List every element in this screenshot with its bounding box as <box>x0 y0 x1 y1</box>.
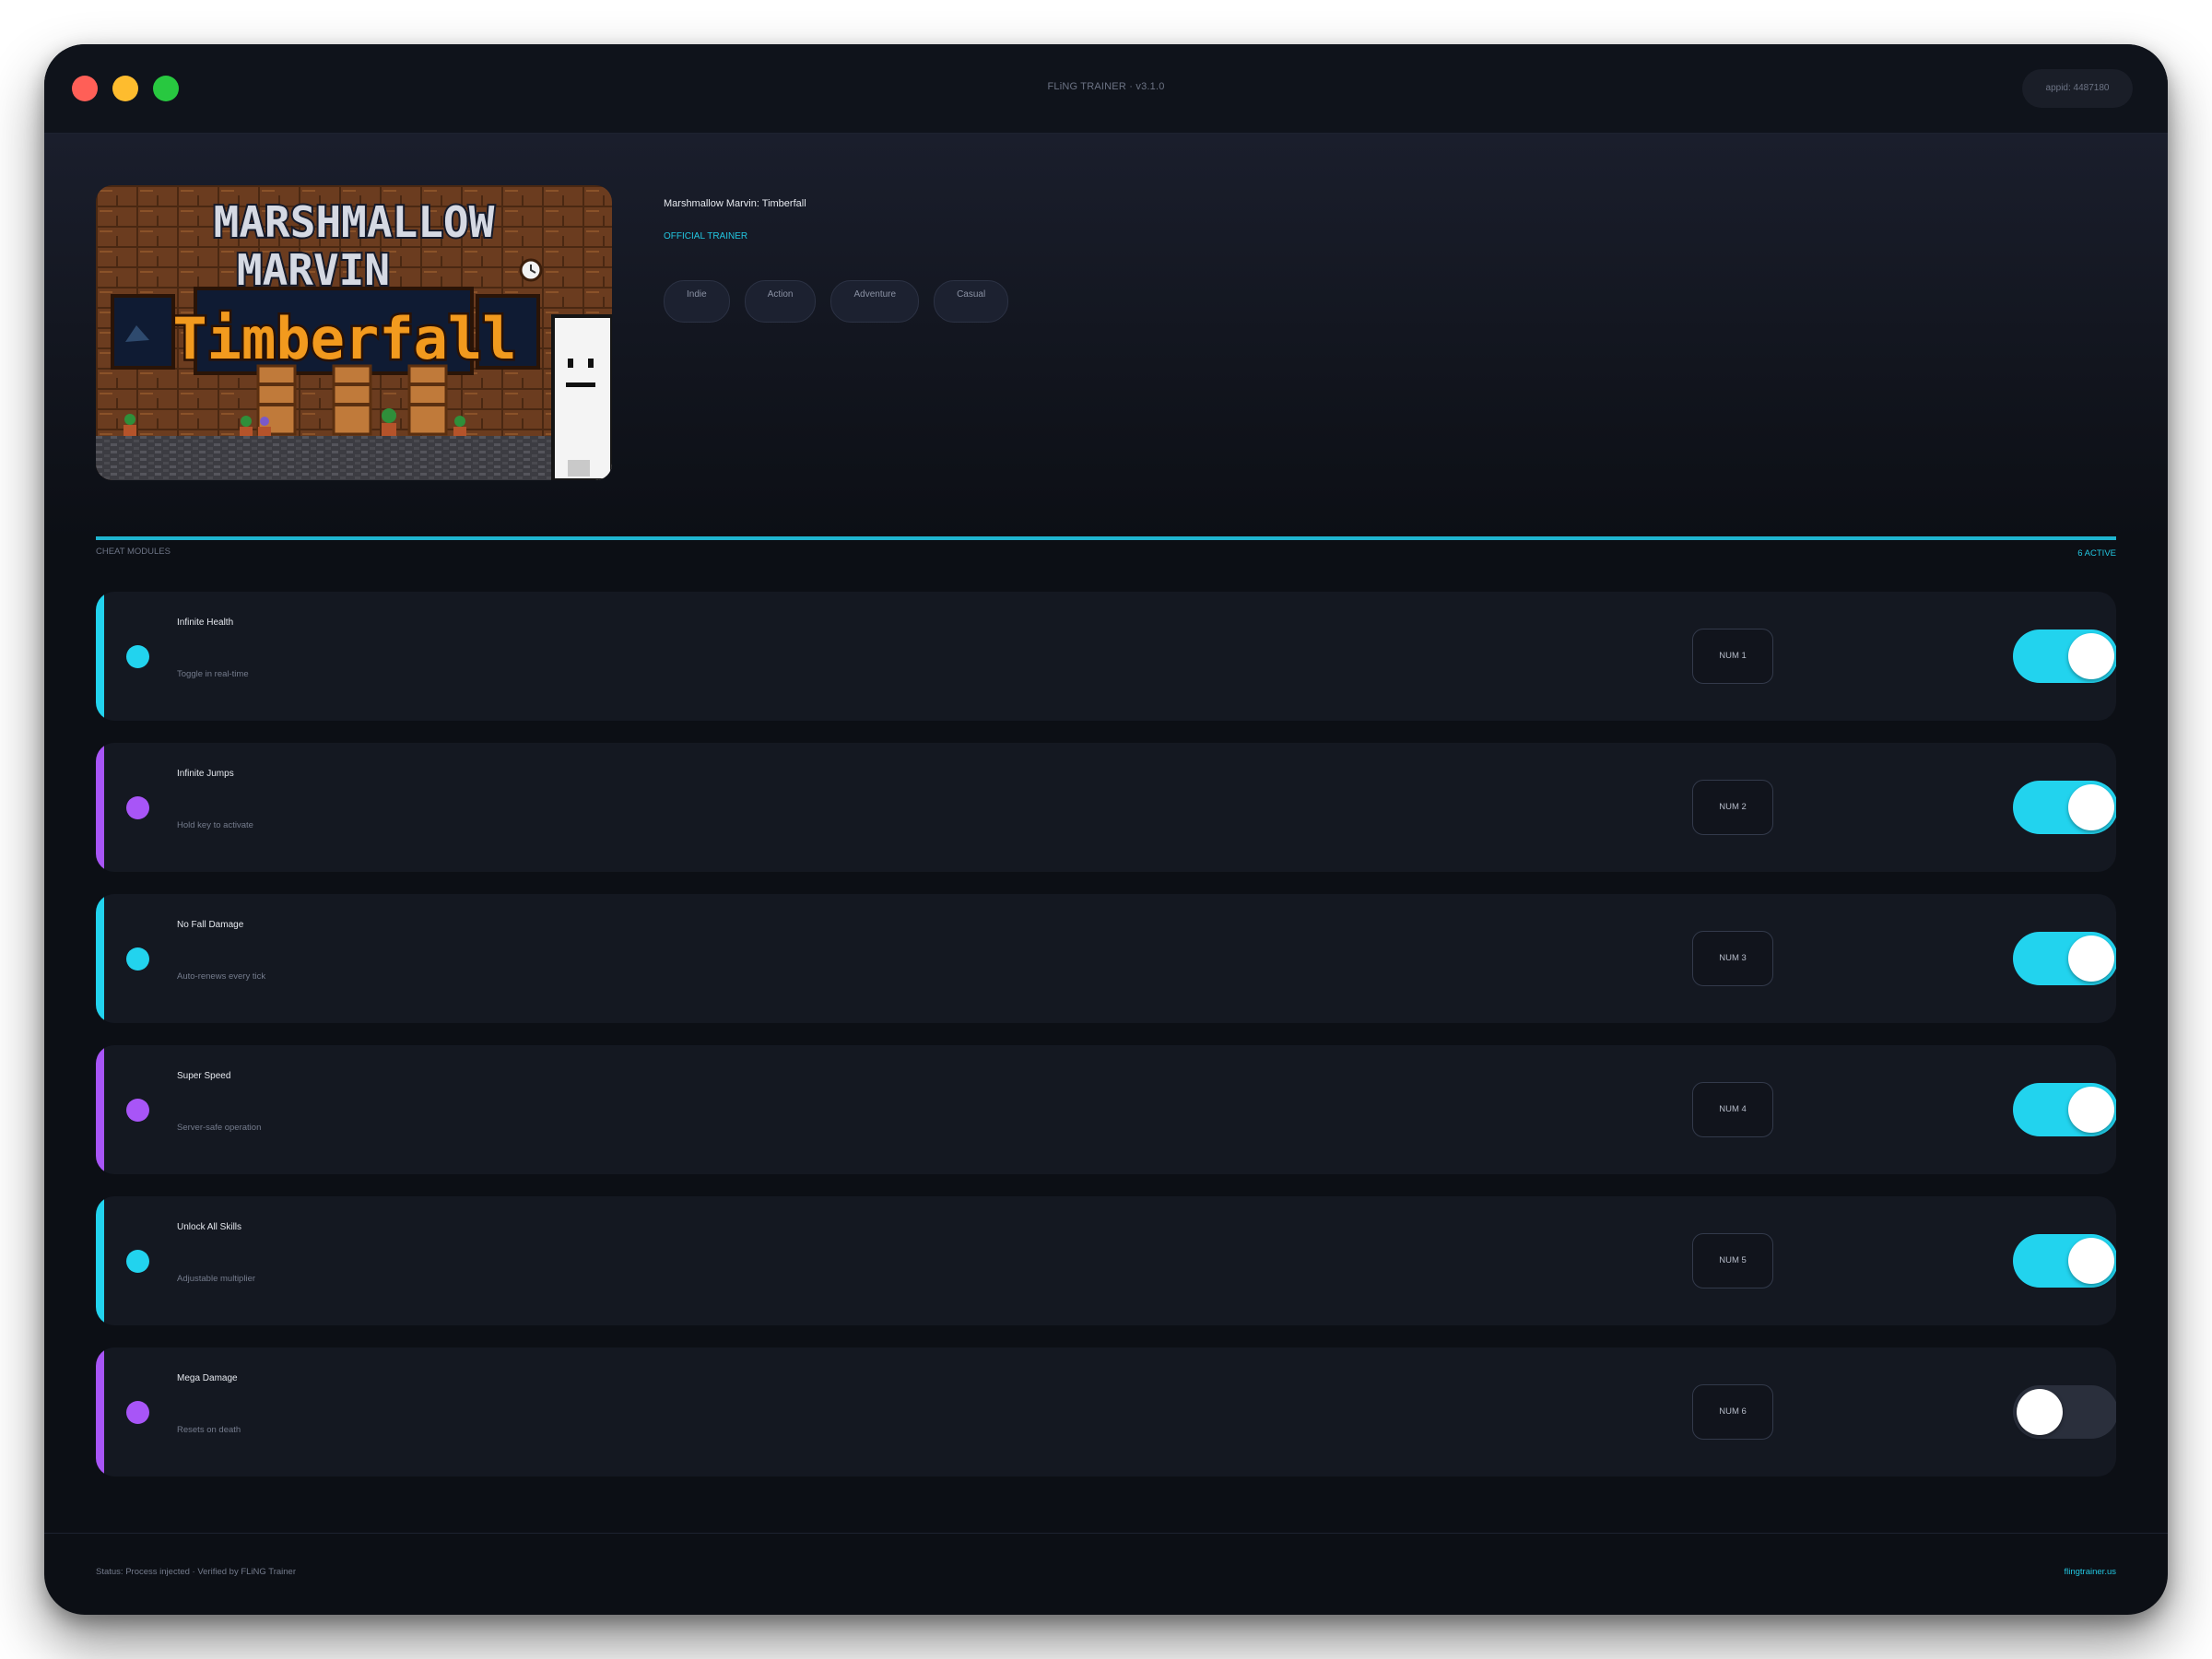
module-name: Unlock All Skills <box>177 1222 242 1232</box>
module-accent-bar <box>96 1347 104 1477</box>
game-cover-image: MARSHMALLOW MARVIN Timberfall <box>96 185 612 480</box>
cheat-module: Infinite Health Toggle in real-time NUM … <box>96 592 2116 721</box>
module-accent-bar <box>96 743 104 872</box>
cheat-module: Super Speed Server-safe operation NUM 4 <box>96 1045 2116 1174</box>
cheat-module: Mega Damage Resets on death NUM 6 <box>96 1347 2116 1477</box>
active-count-label: 6 ACTIVE <box>2077 548 2116 559</box>
appid-badge: appid: 4487180 <box>2022 69 2133 108</box>
module-toggle[interactable] <box>2013 1083 2116 1136</box>
module-name: Infinite Health <box>177 618 234 628</box>
module-description: Server-safe operation <box>177 1123 262 1133</box>
window-title: FLiNG TRAINER · v3.1.0 <box>1047 81 1165 92</box>
module-name: No Fall Damage <box>177 920 244 930</box>
hotkey-button[interactable]: NUM 6 <box>1692 1384 1773 1440</box>
toggle-knob <box>2068 633 2114 679</box>
module-status-dot <box>126 1099 149 1122</box>
cheat-module: No Fall Damage Auto-renews every tick NU… <box>96 894 2116 1023</box>
toggle-knob <box>2017 1389 2063 1435</box>
module-name: Super Speed <box>177 1071 231 1081</box>
cover-title-line2: MARVIN <box>237 245 390 295</box>
toggle-knob <box>2068 935 2114 982</box>
cheat-modules-label: CHEAT MODULES <box>96 547 171 557</box>
module-description: Hold key to activate <box>177 820 253 830</box>
module-description: Toggle in real-time <box>177 669 249 679</box>
module-accent-bar <box>96 592 104 721</box>
module-status-dot <box>126 947 149 971</box>
module-accent-bar <box>96 1045 104 1174</box>
website-link[interactable]: flingtrainer.us <box>2064 1567 2116 1577</box>
cover-title-line3: Timberfall <box>172 305 516 372</box>
module-toggle[interactable] <box>2013 1234 2116 1288</box>
module-accent-bar <box>96 1196 104 1325</box>
tag-indie[interactable]: Indie <box>664 280 730 323</box>
module-description: Adjustable multiplier <box>177 1274 256 1284</box>
toggle-knob <box>2068 1087 2114 1133</box>
hotkey-button[interactable]: NUM 2 <box>1692 780 1773 835</box>
module-name: Infinite Jumps <box>177 769 234 779</box>
cover-title-line1: MARSHMALLOW <box>214 197 495 247</box>
hotkey-button[interactable]: NUM 3 <box>1692 931 1773 986</box>
hotkey-button[interactable]: NUM 1 <box>1692 629 1773 684</box>
module-description: Auto-renews every tick <box>177 971 266 982</box>
cheat-modules-list: Infinite Health Toggle in real-time NUM … <box>96 592 2116 1499</box>
module-status-dot <box>126 796 149 819</box>
game-title: Marshmallow Marvin: Timberfall <box>664 198 806 209</box>
module-toggle[interactable] <box>2013 1385 2116 1439</box>
module-status-dot <box>126 645 149 668</box>
genre-tags: Indie Action Adventure Casual <box>664 280 1009 323</box>
module-status-dot <box>126 1401 149 1424</box>
tag-action[interactable]: Action <box>744 280 817 323</box>
module-toggle[interactable] <box>2013 932 2116 985</box>
module-accent-bar <box>96 894 104 1023</box>
status-footer: Status: Process injected · Verified by F… <box>44 1533 2168 1615</box>
module-toggle[interactable] <box>2013 781 2116 834</box>
toggle-knob <box>2068 784 2114 830</box>
hotkey-button[interactable]: NUM 5 <box>1692 1233 1773 1288</box>
cheat-module: Infinite Jumps Hold key to activate NUM … <box>96 743 2116 872</box>
cheat-module: Unlock All Skills Adjustable multiplier … <box>96 1196 2116 1325</box>
module-name: Mega Damage <box>177 1373 238 1383</box>
tag-adventure[interactable]: Adventure <box>830 280 920 323</box>
title-bar: FLiNG TRAINER · v3.1.0 appid: 4487180 <box>44 44 2168 134</box>
trainer-window: FLiNG TRAINER · v3.1.0 appid: 4487180 MA… <box>44 44 2168 1615</box>
status-text: Status: Process injected · Verified by F… <box>96 1567 297 1577</box>
tag-casual[interactable]: Casual <box>934 280 1009 323</box>
game-header: MARSHMALLOW MARVIN Timberfall Marshmallo… <box>44 134 2168 539</box>
toggle-knob <box>2068 1238 2114 1284</box>
module-toggle[interactable] <box>2013 629 2116 683</box>
module-description: Resets on death <box>177 1425 241 1435</box>
module-status-dot <box>126 1250 149 1273</box>
hotkey-button[interactable]: NUM 4 <box>1692 1082 1773 1137</box>
official-trainer-label: OFFICIAL TRAINER <box>664 231 748 241</box>
section-divider <box>96 536 2116 540</box>
